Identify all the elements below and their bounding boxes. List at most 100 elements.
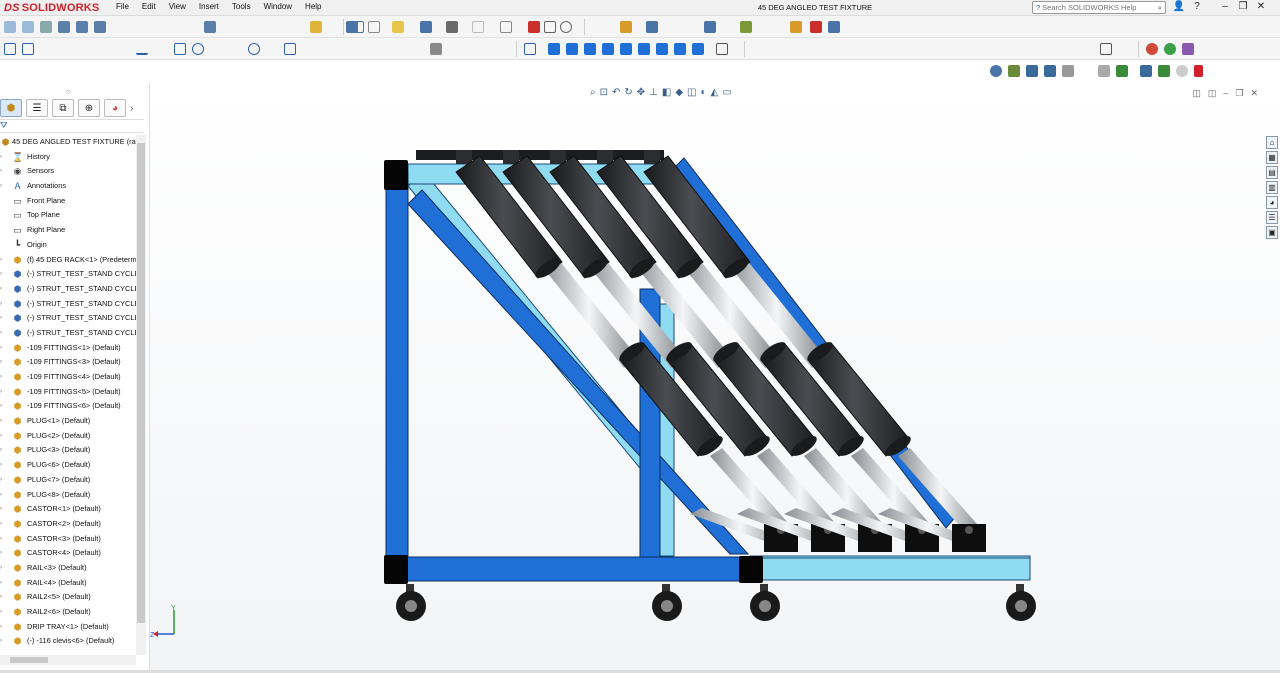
tree-item[interactable]: ⬢ 45 DEG ANGLED TEST FIXTURE (rac xyxy=(0,135,136,150)
menu-tools[interactable]: Tools xyxy=(232,2,251,11)
sum-icon[interactable] xyxy=(1080,65,1092,77)
tree-item[interactable]: › A Annotations xyxy=(0,179,136,194)
rebuild-icon[interactable] xyxy=(528,21,540,33)
tree-filter[interactable]: ⛛ xyxy=(0,119,144,133)
search-input[interactable] xyxy=(1042,3,1143,12)
help-search[interactable]: ? ⌕ xyxy=(1032,1,1166,14)
expand-arrow-icon[interactable]: › xyxy=(0,297,6,312)
file-properties-icon[interactable] xyxy=(544,21,556,33)
expand-arrow-icon[interactable]: › xyxy=(0,443,6,458)
tree-item[interactable]: › ⬢ PLUG<8> (Default) xyxy=(0,488,136,503)
spline-icon[interactable] xyxy=(284,43,296,55)
tree-item[interactable]: › ⬢ CASTOR<2> (Default) xyxy=(0,517,136,532)
appearance-icon[interactable] xyxy=(1146,43,1158,55)
tree-item[interactable]: › ⬢ RAIL<4> (Default) xyxy=(0,576,136,591)
expand-arrow-icon[interactable]: › xyxy=(0,634,6,649)
circle-icon[interactable] xyxy=(192,43,204,55)
menu-insert[interactable]: Insert xyxy=(199,2,219,11)
tree-item[interactable]: › ⬢ -109 FITTINGS<5> (Default) xyxy=(0,385,136,400)
view-orientation-icon[interactable] xyxy=(566,43,578,55)
user-icon[interactable]: 👤 xyxy=(1172,1,1186,14)
view-orientation-icon[interactable] xyxy=(584,43,596,55)
view-orientation-icon[interactable] xyxy=(602,43,614,55)
minimize-icon[interactable]: – xyxy=(1218,1,1232,14)
assembly-tool-icon[interactable] xyxy=(76,21,88,33)
expand-arrow-icon[interactable]: › xyxy=(0,150,6,165)
component-tool-icon[interactable] xyxy=(1062,65,1074,77)
expand-arrow-icon[interactable]: › xyxy=(0,341,6,356)
feature-tool-icon[interactable] xyxy=(620,21,632,33)
menu-view[interactable]: View xyxy=(169,2,186,11)
save-icon[interactable] xyxy=(420,21,432,33)
assembly-tool-icon[interactable] xyxy=(310,21,322,33)
text-icon[interactable] xyxy=(392,43,404,55)
sketch-icon[interactable] xyxy=(4,43,16,55)
scene-icon[interactable] xyxy=(1164,43,1176,55)
tree-item[interactable]: › ⬢ (-) STRUT_TEST_STAND CYCLE- xyxy=(0,326,136,341)
tree-item[interactable]: › ⬢ PLUG<6> (Default) xyxy=(0,458,136,473)
tree-item[interactable]: › ⬢ PLUG<1> (Default) xyxy=(0,414,136,429)
tree-item[interactable]: › ⬢ -109 FITTINGS<3> (Default) xyxy=(0,355,136,370)
feature-tool-icon[interactable] xyxy=(790,21,802,33)
search-icon[interactable]: ⌕ xyxy=(1158,3,1162,13)
tree-horizontal-scrollbar[interactable] xyxy=(0,655,136,665)
tree-item[interactable]: › ⬢ RAIL<3> (Default) xyxy=(0,561,136,576)
expand-arrow-icon[interactable]: › xyxy=(0,399,6,414)
tree-item[interactable]: › ⬢ DRIP TRAY<1> (Default) xyxy=(0,620,136,635)
tree-item[interactable]: › ◉ Sensors xyxy=(0,164,136,179)
feature-manager-tab-icon[interactable]: ⬢ xyxy=(0,99,22,117)
tree-item[interactable]: › ⬢ (f) 45 DEG RACK<1> (Predeterm xyxy=(0,253,136,268)
expand-arrow-icon[interactable]: › xyxy=(0,253,6,268)
stop-icon[interactable] xyxy=(1194,65,1203,77)
feature-tool-icon[interactable] xyxy=(740,21,752,33)
assembly-tool-icon[interactable] xyxy=(22,21,34,33)
front-rail-extension[interactable] xyxy=(761,557,1031,581)
view-orientation-icon[interactable] xyxy=(620,43,632,55)
strut-top-mount[interactable] xyxy=(503,150,519,164)
expand-arrow-icon[interactable]: › xyxy=(0,473,6,488)
rectangle-icon[interactable] xyxy=(174,43,186,55)
expand-arrow-icon[interactable]: › xyxy=(0,311,6,326)
castor[interactable] xyxy=(750,584,780,621)
expand-arrow-icon[interactable]: › xyxy=(0,590,6,605)
dimxpert-manager-tab-icon[interactable]: ⊕ xyxy=(78,99,100,117)
expand-arrow-icon[interactable]: › xyxy=(0,267,6,282)
assembly-tool-icon[interactable] xyxy=(40,21,52,33)
view-orientation-icon[interactable] xyxy=(692,43,704,55)
view-orientation-icon[interactable] xyxy=(638,43,650,55)
assembly-tool-icon[interactable] xyxy=(204,21,216,33)
mirror-icon[interactable] xyxy=(430,43,442,55)
more-tabs-chevron-icon[interactable]: › xyxy=(130,103,133,114)
assembly-tool-icon[interactable] xyxy=(4,21,16,33)
component-tool-icon[interactable] xyxy=(1158,65,1170,77)
filter-icon[interactable]: ⛛ xyxy=(0,120,8,130)
component-tool-icon[interactable] xyxy=(1098,65,1110,77)
corner-bracket[interactable] xyxy=(384,160,408,190)
view-orientation-icon[interactable] xyxy=(548,43,560,55)
open-icon[interactable] xyxy=(392,21,404,33)
model-view[interactable]: Y Z xyxy=(150,84,1280,673)
measure-icon[interactable] xyxy=(716,43,728,55)
tree-item[interactable]: › ⬢ (-) STRUT_TEST_STAND CYCLE- xyxy=(0,267,136,282)
tree-item[interactable]: › ⬢ RAIL2<6> (Default) xyxy=(0,605,136,620)
tree-item[interactable]: › ⬢ CASTOR<3> (Default) xyxy=(0,532,136,547)
component-tool-icon[interactable] xyxy=(1116,65,1128,77)
view-orientation-icon[interactable] xyxy=(674,43,686,55)
new-document-icon[interactable] xyxy=(368,21,380,33)
tree-item[interactable]: › ⬢ PLUG<2> (Default) xyxy=(0,429,136,444)
component-tool-icon[interactable] xyxy=(1044,65,1056,77)
line-icon[interactable] xyxy=(136,43,148,55)
tree-item[interactable]: › ⬢ PLUG<7> (Default) xyxy=(0,473,136,488)
tree-item[interactable]: › ⬢ CASTOR<1> (Default) xyxy=(0,502,136,517)
expand-arrow-icon[interactable]: › xyxy=(0,179,6,194)
corner-bracket[interactable] xyxy=(739,556,763,583)
tree-item[interactable]: › ⬢ (-) -116 clevis<6> (Default) xyxy=(0,634,136,649)
component-tool-icon[interactable] xyxy=(1140,65,1152,77)
front-left-upright[interactable] xyxy=(385,173,409,577)
help-menu-icon[interactable]: ? xyxy=(1190,1,1204,14)
display-manager-icon[interactable] xyxy=(1100,43,1112,55)
undo-icon[interactable] xyxy=(472,21,484,33)
menu-help[interactable]: Help xyxy=(305,2,321,11)
front-bottom-rail[interactable] xyxy=(385,556,763,582)
corner-bracket[interactable] xyxy=(384,555,408,584)
